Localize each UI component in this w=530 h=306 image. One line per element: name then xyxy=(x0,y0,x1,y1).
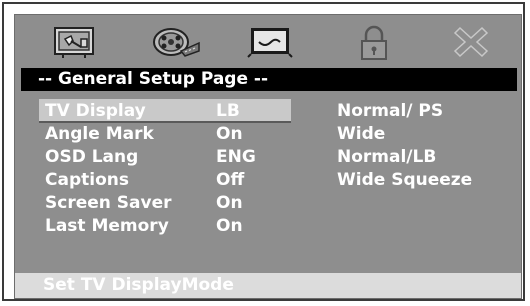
status-text: Set TV DisplayMode xyxy=(43,275,234,295)
setup-menu-panel: -- General Setup Page -- TV Display LB A… xyxy=(14,14,522,299)
setting-value: On xyxy=(216,193,243,213)
setting-label: OSD Lang xyxy=(45,147,139,167)
setting-value: On xyxy=(216,216,243,236)
status-bar: Set TV DisplayMode xyxy=(15,273,521,298)
setting-label: Angle Mark xyxy=(45,124,154,144)
page-title: -- General Setup Page -- xyxy=(38,69,269,89)
setting-label: TV Display xyxy=(45,101,146,121)
video-icon[interactable] xyxy=(247,25,293,59)
setting-label: Screen Saver xyxy=(45,193,172,213)
lock-icon[interactable] xyxy=(357,25,391,60)
option-wide-squeeze[interactable]: Wide Squeeze xyxy=(337,170,472,190)
option-normal-ps[interactable]: Normal/ PS xyxy=(337,101,443,121)
option-wide[interactable]: Wide xyxy=(337,124,385,144)
setting-label: Captions xyxy=(45,170,129,190)
setting-value: LB xyxy=(216,101,240,121)
selection-highlight-shadow xyxy=(39,121,291,123)
tab-icon-row xyxy=(15,15,521,67)
tv-settings-icon[interactable] xyxy=(53,25,97,59)
exit-icon[interactable] xyxy=(452,25,490,59)
audio-reel-icon[interactable] xyxy=(151,25,201,59)
page-title-bar: -- General Setup Page -- xyxy=(21,68,517,91)
setting-label: Last Memory xyxy=(45,216,169,236)
setting-value: ENG xyxy=(216,147,256,167)
option-normal-lb[interactable]: Normal/LB xyxy=(337,147,436,167)
osd-frame: -- General Setup Page -- TV Display LB A… xyxy=(2,2,525,301)
setting-value: On xyxy=(216,124,243,144)
setting-value: Off xyxy=(216,170,245,190)
